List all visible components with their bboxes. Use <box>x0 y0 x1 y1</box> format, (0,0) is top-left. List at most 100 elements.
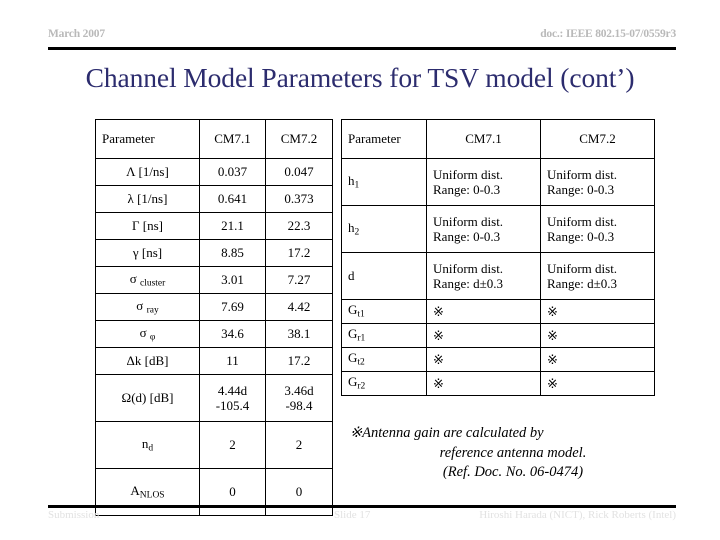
row-param-h2: h2 <box>341 205 427 253</box>
a-symbol: A <box>130 482 140 498</box>
cell-cm72: 3.46d -98.4 <box>265 374 333 422</box>
cell-cm72: 22.3 <box>265 212 333 240</box>
subscript: NLOS <box>139 490 165 501</box>
row-param-lambda-capital: Λ [1/ns] <box>95 158 200 186</box>
table-row: Gt2 ※ ※ <box>341 347 655 372</box>
subscript: r2 <box>357 381 366 392</box>
cell-line-2: Range: 0-0.3 <box>547 182 615 197</box>
row-param-lambda: λ [1/ns] <box>95 185 200 213</box>
cell-cm71: 0.037 <box>199 158 266 186</box>
header-divider <box>48 47 676 50</box>
cell-cm72: Uniform dist. Range: 0-0.3 <box>540 205 655 253</box>
channel-parameters-table-left: Parameter CM7.1 CM7.2 Λ [1/ns] 0.037 0.0… <box>95 119 333 516</box>
sigma-symbol: σ <box>136 297 144 313</box>
table-row: σ cluster 3.01 7.27 <box>95 266 333 294</box>
cell-cm71: Uniform dist. Range: d±0.3 <box>426 252 541 300</box>
slide-footer: Submission Slide 17 Hiroshi Harada (NICT… <box>48 509 676 527</box>
table-row: d Uniform dist. Range: d±0.3 Uniform dis… <box>341 252 655 300</box>
cell-cm71: ※ <box>426 371 541 396</box>
header-doc-ref: doc.: IEEE 802.15-07/0559r3 <box>540 28 676 40</box>
cell-line-1: 4.44d <box>217 382 248 398</box>
cell-cm72: Uniform dist. Range: 0-0.3 <box>540 158 655 206</box>
cell-line-2: Range: 0-0.3 <box>433 229 501 244</box>
cell-line-1: Uniform dist. <box>547 213 618 229</box>
cell-cm71: 34.6 <box>199 320 266 348</box>
cell-cm72: 4.42 <box>265 293 333 321</box>
table-row: h2 Uniform dist. Range: 0-0.3 Uniform di… <box>341 205 655 253</box>
cell-line-2: -98.4 <box>285 398 313 413</box>
cell-line-2: Range: d±0.3 <box>433 276 503 291</box>
column-header-cm71: CM7.1 <box>426 119 541 159</box>
cell-line-2: Range: 0-0.3 <box>547 229 615 244</box>
table-row: Δk [dB] 11 17.2 <box>95 347 333 375</box>
cell-cm71: ※ <box>426 299 541 324</box>
cell-cm72: ※ <box>540 347 655 372</box>
cell-cm71: 8.85 <box>199 239 266 267</box>
table-header-row: Parameter CM7.1 CM7.2 <box>341 119 655 159</box>
cell-cm72: ※ <box>540 371 655 396</box>
g-symbol: G <box>348 302 358 318</box>
row-param-gt1: Gt1 <box>341 299 427 324</box>
cell-cm72: 0.047 <box>265 158 333 186</box>
column-header-parameter: Parameter <box>341 119 427 159</box>
row-param-omega-d: Ω(d) [dB] <box>95 374 200 422</box>
row-param-sigma-ray: σ ray <box>95 293 200 321</box>
table-row: Gt1 ※ ※ <box>341 299 655 324</box>
table-row: h1 Uniform dist. Range: 0-0.3 Uniform di… <box>341 158 655 206</box>
cell-cm72: Uniform dist. Range: d±0.3 <box>540 252 655 300</box>
cell-cm72: 2 <box>265 421 333 469</box>
table-row: Gr1 ※ ※ <box>341 323 655 348</box>
column-header-cm71: CM7.1 <box>199 119 266 159</box>
row-param-delta-k: Δk [dB] <box>95 347 200 375</box>
cell-cm72: 17.2 <box>265 347 333 375</box>
subscript: cluster <box>139 278 166 289</box>
subscript: 1 <box>354 180 360 191</box>
cell-cm71: 11 <box>199 347 266 375</box>
footnote-line-1: ※Antenna gain are calculated by <box>350 425 544 441</box>
table-row: Γ [ns] 21.1 22.3 <box>95 212 333 240</box>
sigma-symbol: σ <box>129 270 137 286</box>
cell-cm71: 7.69 <box>199 293 266 321</box>
footer-slide-number: Slide 17 <box>334 509 371 521</box>
table-row: Ω(d) [dB] 4.44d -105.4 3.46d -98.4 <box>95 374 333 422</box>
channel-parameters-table-right: Parameter CM7.1 CM7.2 h1 Uniform dist. R… <box>341 119 655 396</box>
row-param-nd: nd <box>95 421 200 469</box>
footnote: ※Antenna gain are calculated by referenc… <box>348 424 678 483</box>
row-param-gr2: Gr2 <box>341 371 427 396</box>
cell-line-2: Range: 0-0.3 <box>433 182 501 197</box>
cell-line-1: Uniform dist. <box>433 213 504 229</box>
footnote-line-3: (Ref. Doc. No. 06-0474) <box>442 464 584 481</box>
subscript: φ <box>149 332 156 343</box>
cell-cm72: 38.1 <box>265 320 333 348</box>
table-row: γ [ns] 8.85 17.2 <box>95 239 333 267</box>
column-header-parameter: Parameter <box>95 119 200 159</box>
table-row: Gr2 ※ ※ <box>341 371 655 396</box>
subscript: d <box>148 443 154 454</box>
subscript: ray <box>146 305 159 316</box>
row-param-sigma-cluster: σ cluster <box>95 266 200 294</box>
cell-line-1: 3.46d <box>284 382 314 398</box>
table-row: λ [1/ns] 0.641 0.373 <box>95 185 333 213</box>
row-param-gr1: Gr1 <box>341 323 427 348</box>
subscript: t2 <box>357 357 365 368</box>
cell-cm71: Uniform dist. Range: 0-0.3 <box>426 158 541 206</box>
row-param-sigma-phi: σ φ <box>95 320 200 348</box>
cell-cm72: 7.27 <box>265 266 333 294</box>
cell-cm71: 2 <box>199 421 266 469</box>
cell-line-2: Range: d±0.3 <box>547 276 617 291</box>
footer-submission: Submission <box>48 509 100 521</box>
row-param-h1: h1 <box>341 158 427 206</box>
cell-cm72: ※ <box>540 323 655 348</box>
cell-line-1: Uniform dist. <box>433 166 504 182</box>
row-param-d: d <box>341 252 427 300</box>
table-row: σ φ 34.6 38.1 <box>95 320 333 348</box>
cell-line-1: Uniform dist. <box>433 260 504 276</box>
table-header-row: Parameter CM7.1 CM7.2 <box>95 119 333 159</box>
cell-cm71: 21.1 <box>199 212 266 240</box>
page-title: Channel Model Parameters for TSV model (… <box>85 62 635 93</box>
column-header-cm72: CM7.2 <box>265 119 333 159</box>
cell-cm71: 3.01 <box>199 266 266 294</box>
cell-line-2: -105.4 <box>215 398 250 413</box>
row-param-gamma: γ [ns] <box>95 239 200 267</box>
table-row: σ ray 7.69 4.42 <box>95 293 333 321</box>
